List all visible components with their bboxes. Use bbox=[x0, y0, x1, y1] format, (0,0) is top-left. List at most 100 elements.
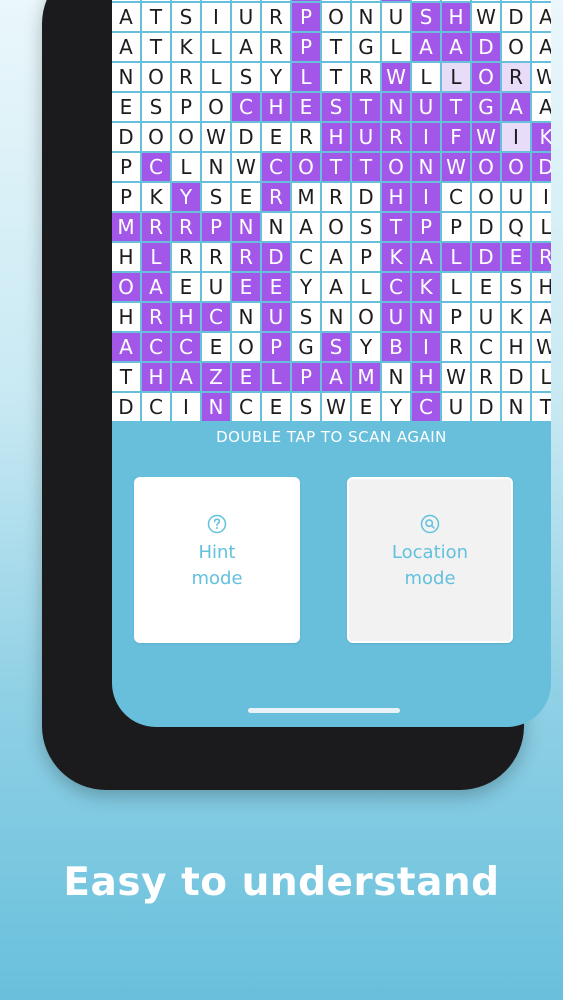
hint-mode-button[interactable]: Hint mode bbox=[134, 477, 300, 643]
grid-cell[interactable]: M bbox=[412, 0, 440, 1]
grid-cell[interactable]: M bbox=[112, 213, 140, 241]
grid-cell[interactable]: U bbox=[262, 303, 290, 331]
grid-cell[interactable]: W bbox=[472, 3, 500, 31]
grid-cell[interactable]: C bbox=[262, 153, 290, 181]
grid-cell[interactable]: M bbox=[352, 363, 380, 391]
grid-cell[interactable]: O bbox=[322, 213, 350, 241]
grid-cell[interactable]: N bbox=[412, 303, 440, 331]
grid-cell[interactable]: C bbox=[142, 393, 170, 421]
grid-cell[interactable]: D bbox=[472, 243, 500, 271]
grid-cell[interactable]: G bbox=[502, 0, 530, 1]
grid-cell[interactable]: W bbox=[442, 363, 470, 391]
grid-cell[interactable]: O bbox=[502, 153, 530, 181]
grid-cell[interactable]: H bbox=[142, 363, 170, 391]
grid-cell[interactable]: A bbox=[442, 33, 470, 61]
grid-cell[interactable]: U bbox=[502, 183, 530, 211]
grid-cell[interactable]: N bbox=[322, 303, 350, 331]
grid-cell[interactable]: D bbox=[502, 363, 530, 391]
scan-again-prompt[interactable]: DOUBLE TAP TO SCAN AGAIN bbox=[112, 428, 551, 446]
grid-cell[interactable]: R bbox=[382, 123, 410, 151]
grid-cell[interactable]: H bbox=[112, 243, 140, 271]
grid-cell[interactable]: E bbox=[232, 183, 260, 211]
grid-cell[interactable]: S bbox=[172, 3, 200, 31]
grid-cell[interactable]: N bbox=[232, 303, 260, 331]
grid-cell[interactable]: R bbox=[532, 243, 551, 271]
grid-cell[interactable]: E bbox=[352, 393, 380, 421]
grid-cell[interactable]: R bbox=[292, 123, 320, 151]
grid-cell[interactable]: T bbox=[352, 153, 380, 181]
grid-cell[interactable]: S bbox=[352, 213, 380, 241]
grid-cell[interactable]: O bbox=[202, 93, 230, 121]
grid-cell[interactable]: Z bbox=[202, 363, 230, 391]
grid-cell[interactable]: D bbox=[502, 3, 530, 31]
grid-cell[interactable]: R bbox=[202, 243, 230, 271]
grid-cell[interactable]: L bbox=[262, 363, 290, 391]
grid-cell[interactable]: A bbox=[502, 93, 530, 121]
grid-cell[interactable]: O bbox=[292, 153, 320, 181]
word-search-grid[interactable]: WROWIHAAZHMATGCATSIURPONUSHWDAATKLARPTGL… bbox=[112, 0, 551, 421]
grid-cell[interactable]: Y bbox=[382, 393, 410, 421]
grid-cell[interactable]: Y bbox=[172, 183, 200, 211]
grid-cell[interactable]: I bbox=[172, 393, 200, 421]
grid-cell[interactable]: N bbox=[232, 213, 260, 241]
grid-cell[interactable]: O bbox=[172, 123, 200, 151]
grid-cell[interactable]: R bbox=[172, 213, 200, 241]
grid-cell[interactable]: S bbox=[412, 3, 440, 31]
grid-cell[interactable]: G bbox=[472, 93, 500, 121]
grid-cell[interactable]: O bbox=[142, 123, 170, 151]
grid-cell[interactable]: P bbox=[172, 93, 200, 121]
grid-cell[interactable]: U bbox=[382, 303, 410, 331]
grid-cell[interactable]: L bbox=[202, 63, 230, 91]
grid-cell[interactable]: T bbox=[322, 33, 350, 61]
grid-cell[interactable]: A bbox=[412, 243, 440, 271]
grid-cell[interactable]: H bbox=[502, 333, 530, 361]
grid-cell[interactable]: S bbox=[502, 273, 530, 301]
grid-cell[interactable]: T bbox=[322, 63, 350, 91]
grid-cell[interactable]: O bbox=[472, 183, 500, 211]
grid-cell[interactable]: S bbox=[322, 93, 350, 121]
grid-cell[interactable]: E bbox=[232, 363, 260, 391]
grid-cell[interactable]: E bbox=[112, 93, 140, 121]
grid-cell[interactable]: A bbox=[322, 363, 350, 391]
grid-cell[interactable]: A bbox=[412, 33, 440, 61]
grid-cell[interactable]: E bbox=[262, 273, 290, 301]
grid-cell[interactable]: A bbox=[292, 213, 320, 241]
grid-cell[interactable]: C bbox=[382, 273, 410, 301]
grid-cell[interactable]: C bbox=[232, 93, 260, 121]
grid-cell[interactable]: E bbox=[232, 273, 260, 301]
grid-cell[interactable]: F bbox=[442, 123, 470, 151]
grid-cell[interactable]: Z bbox=[352, 0, 380, 1]
grid-cell[interactable]: O bbox=[142, 63, 170, 91]
grid-cell[interactable]: N bbox=[202, 153, 230, 181]
grid-cell[interactable]: L bbox=[532, 213, 551, 241]
grid-cell[interactable]: N bbox=[412, 153, 440, 181]
grid-cell[interactable]: H bbox=[412, 363, 440, 391]
grid-cell[interactable]: T bbox=[322, 153, 350, 181]
grid-cell[interactable]: E bbox=[172, 273, 200, 301]
grid-cell[interactable]: P bbox=[292, 363, 320, 391]
grid-cell[interactable]: O bbox=[472, 153, 500, 181]
grid-cell[interactable]: W bbox=[472, 123, 500, 151]
grid-cell[interactable]: A bbox=[322, 0, 350, 1]
grid-cell[interactable]: A bbox=[532, 93, 551, 121]
grid-cell[interactable]: L bbox=[442, 243, 470, 271]
grid-cell[interactable]: W bbox=[112, 0, 140, 1]
grid-cell[interactable]: I bbox=[502, 123, 530, 151]
grid-cell[interactable]: P bbox=[292, 33, 320, 61]
grid-cell[interactable]: S bbox=[322, 333, 350, 361]
grid-cell[interactable]: R bbox=[352, 63, 380, 91]
grid-cell[interactable]: W bbox=[442, 153, 470, 181]
grid-cell[interactable]: L bbox=[532, 363, 551, 391]
grid-cell[interactable]: P bbox=[262, 333, 290, 361]
grid-cell[interactable]: N bbox=[382, 93, 410, 121]
grid-cell[interactable]: E bbox=[202, 333, 230, 361]
grid-cell[interactable]: C bbox=[292, 243, 320, 271]
location-mode-button[interactable]: Location mode bbox=[347, 477, 513, 643]
grid-cell[interactable]: N bbox=[502, 393, 530, 421]
grid-cell[interactable]: A bbox=[112, 33, 140, 61]
grid-cell[interactable]: E bbox=[502, 243, 530, 271]
grid-cell[interactable]: R bbox=[142, 303, 170, 331]
grid-cell[interactable]: W bbox=[382, 63, 410, 91]
grid-cell[interactable]: C bbox=[442, 183, 470, 211]
grid-cell[interactable]: R bbox=[232, 243, 260, 271]
